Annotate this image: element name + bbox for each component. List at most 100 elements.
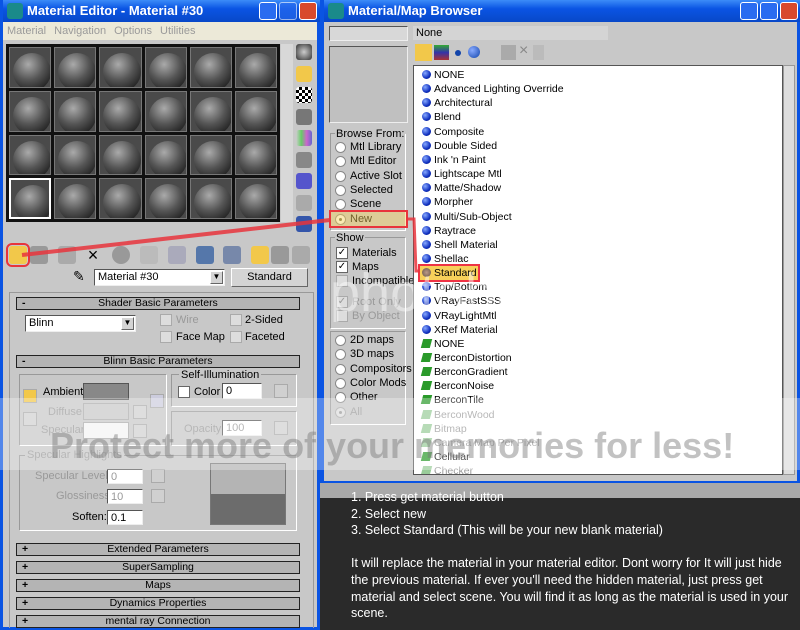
menu-navigation[interactable]: Navigation xyxy=(54,25,106,37)
material-list-item[interactable]: Blend xyxy=(422,110,461,124)
map-list-item[interactable]: Camera Map Per Pixel xyxy=(420,436,540,450)
menu-material[interactable]: Material xyxy=(7,25,46,37)
sample-slot[interactable] xyxy=(99,47,142,88)
sample-slot[interactable] xyxy=(234,134,277,176)
sample-slot[interactable] xyxy=(54,90,97,132)
map-list-item[interactable]: Cellular xyxy=(420,450,470,464)
material-list-item[interactable]: XRef Material xyxy=(422,323,498,337)
sample-slot[interactable] xyxy=(234,47,277,88)
material-list-item[interactable]: Shell Material xyxy=(422,238,498,252)
minimize-button[interactable] xyxy=(259,2,277,20)
specular-level-spinner[interactable]: 0 xyxy=(107,469,143,484)
material-list-item[interactable]: Multi/Sub-Object xyxy=(422,210,512,224)
glossiness-map-button[interactable] xyxy=(151,489,165,503)
rollout-maps[interactable]: + Maps xyxy=(16,579,300,592)
map-list-item[interactable]: Bitmap xyxy=(420,422,467,436)
sample-slot[interactable] xyxy=(54,178,97,219)
material-list-item[interactable]: VRayLightMtl xyxy=(422,309,496,323)
self-illum-spinner[interactable]: 0 xyxy=(222,383,262,399)
rollout-mental-ray-connection[interactable]: + mental ray Connection xyxy=(16,615,300,628)
map-list-item[interactable]: BerconGradient xyxy=(420,365,508,379)
diffuse-map-button[interactable] xyxy=(133,405,147,419)
opacity-map-button[interactable] xyxy=(274,421,288,435)
menu-utilities[interactable]: Utilities xyxy=(160,25,195,37)
map-type-radio-compositors[interactable] xyxy=(335,363,346,375)
list-scrollbar[interactable] xyxy=(783,65,795,475)
sample-slot[interactable] xyxy=(189,90,232,132)
browser-search-field[interactable] xyxy=(329,26,408,41)
specular-swatch[interactable] xyxy=(83,422,129,439)
background-checker-icon[interactable] xyxy=(296,87,312,103)
sample-slot[interactable] xyxy=(189,178,232,219)
material-list-item[interactable]: Shellac xyxy=(422,252,468,266)
sample-slot[interactable] xyxy=(234,90,277,132)
material-list-item[interactable]: VRayFastSSS xyxy=(422,294,501,308)
map-list-item[interactable]: BerconTile xyxy=(420,393,484,407)
make-preview-icon[interactable] xyxy=(296,151,312,168)
sample-slot[interactable] xyxy=(9,90,52,132)
lock-ambient-diffuse-icon[interactable] xyxy=(23,389,37,403)
assign-to-selection-icon[interactable] xyxy=(58,246,76,264)
material-list-item[interactable]: Lightscape Mtl xyxy=(422,167,502,181)
make-copy-icon[interactable] xyxy=(112,246,130,264)
faceted-checkbox[interactable] xyxy=(230,331,242,343)
put-to-library-icon[interactable] xyxy=(168,246,186,264)
sample-slot[interactable] xyxy=(189,134,232,176)
self-illum-color-checkbox[interactable] xyxy=(178,386,190,398)
specular-level-map-button[interactable] xyxy=(151,469,165,483)
show-incompatible-checkbox[interactable] xyxy=(336,275,348,287)
minimize-button[interactable] xyxy=(740,2,758,20)
material-list-item[interactable]: NONE xyxy=(422,68,464,82)
reset-map-icon[interactable]: × xyxy=(84,246,102,264)
material-list-item[interactable]: Architectural xyxy=(422,96,492,110)
root-only-checkbox[interactable]: ✓ xyxy=(336,296,348,308)
make-unique-icon[interactable] xyxy=(140,246,158,264)
show-end-result-icon[interactable] xyxy=(251,246,269,264)
map-list-item[interactable]: BerconNoise xyxy=(420,379,494,393)
ambient-swatch[interactable] xyxy=(83,383,129,400)
sample-slot[interactable] xyxy=(54,134,97,176)
sample-slot[interactable] xyxy=(99,178,142,219)
map-type-radio-all[interactable] xyxy=(335,406,346,418)
browse-from-radio-mtl-library[interactable] xyxy=(335,142,346,153)
close-button[interactable] xyxy=(299,2,317,20)
sample-slot[interactable] xyxy=(234,178,277,219)
map-list-item[interactable]: NONE xyxy=(420,337,464,351)
put-to-scene-icon[interactable] xyxy=(30,246,48,264)
rollout-extended-parameters[interactable]: + Extended Parameters xyxy=(16,543,300,556)
shader-dropdown[interactable]: ▼ xyxy=(121,317,134,330)
show-map-in-viewport-icon[interactable] xyxy=(223,246,241,264)
sample-slot[interactable] xyxy=(144,134,187,176)
view-list-icons-icon[interactable] xyxy=(434,45,449,60)
show-maps-checkbox[interactable]: ✓ xyxy=(336,261,348,273)
glossiness-spinner[interactable]: 10 xyxy=(107,489,143,504)
shader-basic-rollout[interactable]: - Shader Basic Parameters xyxy=(16,297,300,310)
self-illum-map-button[interactable] xyxy=(274,384,288,398)
options-icon[interactable] xyxy=(296,173,312,189)
delete-from-library-icon[interactable]: × xyxy=(519,42,528,60)
maximize-button[interactable] xyxy=(279,2,297,20)
material-effects-channel-icon[interactable] xyxy=(196,246,214,264)
opacity-spinner[interactable]: 100 xyxy=(222,420,262,436)
close-button[interactable] xyxy=(780,2,798,20)
sample-slot[interactable] xyxy=(144,90,187,132)
sample-slot[interactable] xyxy=(9,178,52,219)
sample-slot[interactable] xyxy=(189,47,232,88)
slots-scrollbar[interactable] xyxy=(281,44,293,222)
soften-spinner[interactable]: 0.1 xyxy=(107,510,143,525)
view-small-icons-icon[interactable] xyxy=(455,50,461,56)
update-scene-materials-icon[interactable] xyxy=(501,45,516,60)
material-list-item[interactable]: Composite xyxy=(422,125,484,139)
browse-from-radio-active-slot[interactable] xyxy=(335,170,346,182)
sample-uv-tiling-icon[interactable] xyxy=(296,108,312,125)
sample-type-icon[interactable] xyxy=(296,44,312,60)
view-large-icons-icon[interactable] xyxy=(468,46,480,58)
blinn-basic-rollout[interactable]: - Blinn Basic Parameters xyxy=(16,355,300,368)
go-forward-to-sibling-icon[interactable] xyxy=(292,246,310,264)
material-name-dropdown[interactable]: ▼ xyxy=(210,271,223,284)
clear-library-icon[interactable] xyxy=(533,45,544,60)
material-list-item[interactable]: Top/Bottom xyxy=(422,280,487,294)
map-type-radio-color-mods[interactable] xyxy=(335,377,346,389)
shader-type-select[interactable]: Blinn xyxy=(25,315,136,332)
sample-slot[interactable] xyxy=(144,178,187,219)
